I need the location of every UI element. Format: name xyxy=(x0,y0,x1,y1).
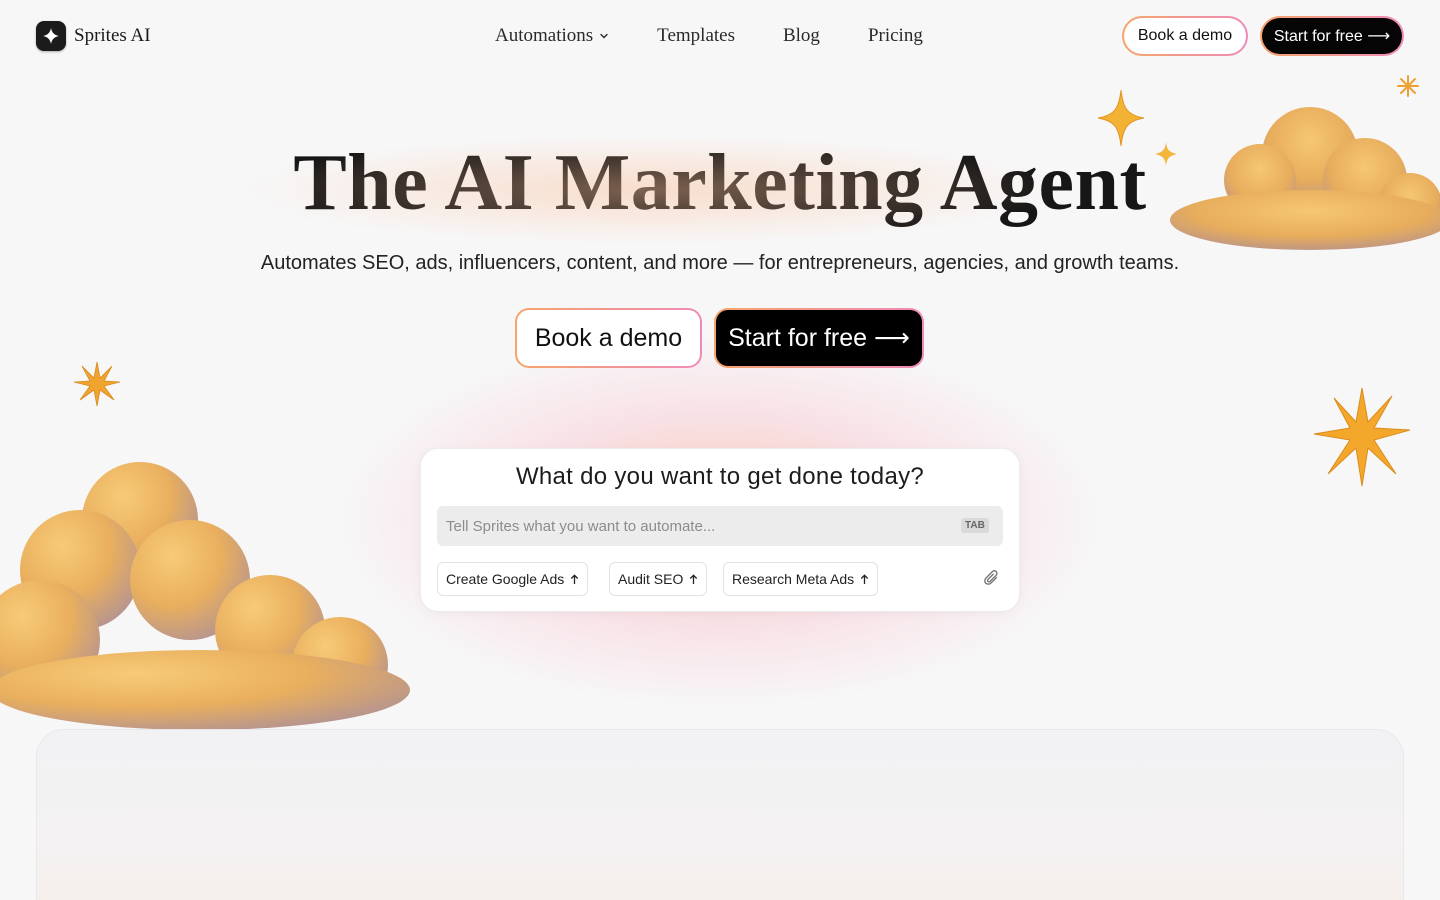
chip-audit-seo[interactable]: Audit SEO xyxy=(609,562,708,596)
nav-item-label: Pricing xyxy=(867,25,923,46)
chip-create-google-ads[interactable]: Create Google Ads xyxy=(437,562,589,596)
chip-research-meta-ads[interactable]: Research Meta Ads xyxy=(723,562,879,596)
arrow-up-icon xyxy=(690,573,698,584)
star-icon xyxy=(1313,387,1411,487)
automation-prompt-input[interactable] xyxy=(437,506,1003,546)
nav-item-blog[interactable]: Blog xyxy=(783,25,820,47)
start-free-button[interactable]: Start for free ⟶ xyxy=(714,308,924,368)
star-icon xyxy=(73,361,121,407)
tab-key-hint: TAB xyxy=(961,518,989,533)
hero-subtitle: Automates SEO, ads, influencers, content… xyxy=(260,252,1180,274)
nav-item-pricing[interactable]: Pricing xyxy=(868,25,923,47)
site-header: Sprites AI Automations Templates Blog Pr… xyxy=(0,0,1440,72)
nav-item-label: Blog xyxy=(782,25,820,46)
brand-logo[interactable]: Sprites AI xyxy=(36,20,151,52)
chip-label: Create Google Ads xyxy=(446,571,565,587)
preview-panel xyxy=(36,729,1404,900)
header-start-free-button[interactable]: Start for free ⟶ xyxy=(1260,16,1404,56)
brand-name: Sprites AI xyxy=(74,25,151,46)
book-demo-button[interactable]: Book a demo xyxy=(515,308,702,368)
chip-label: Research Meta Ads xyxy=(732,571,855,587)
nav-item-label: Automations xyxy=(495,25,594,46)
nav-item-automations[interactable]: Automations xyxy=(495,25,609,47)
chevron-down-icon xyxy=(600,33,608,39)
arrow-up-icon xyxy=(571,573,579,584)
chip-label: Audit SEO xyxy=(618,571,684,587)
prompt-card-title: What do you want to get done today? xyxy=(515,463,925,490)
header-book-demo-button[interactable]: Book a demo xyxy=(1122,16,1248,56)
main-nav: Automations Templates Blog Pricing xyxy=(495,24,923,48)
star-icon xyxy=(1397,75,1419,97)
prompt-card: What do you want to get done today? TAB … xyxy=(420,448,1020,612)
nav-item-templates[interactable]: Templates xyxy=(657,25,735,47)
panel-glow xyxy=(200,130,1100,250)
arrow-up-icon xyxy=(861,573,869,584)
paperclip-icon[interactable] xyxy=(982,568,1002,588)
nav-item-label: Templates xyxy=(657,25,735,46)
sparkle-icon xyxy=(36,21,66,51)
